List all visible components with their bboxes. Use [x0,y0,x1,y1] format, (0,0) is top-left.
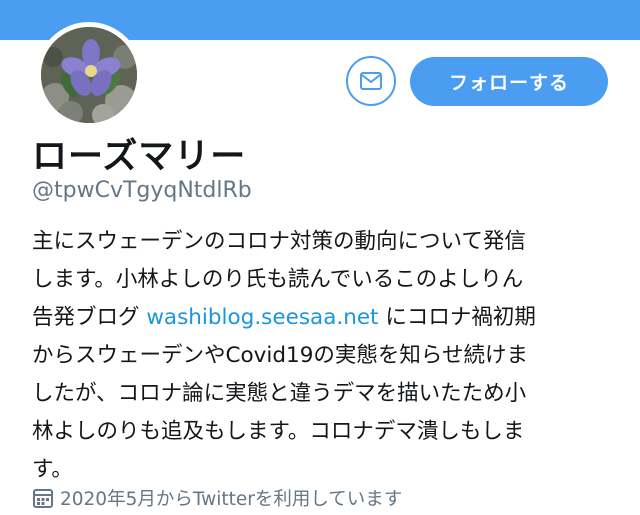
profile-bio: 主にスウェーデンのコロナ対策の動向について発信 します。小林よしのり氏も読んでい… [32,223,617,489]
bio-text: 告発ブログ [32,305,147,330]
bio-line: からスウェーデンやCovid19の実態を知らせ続けま [32,343,528,368]
bio-line: したが、コロナ論に実態と違うデマを描いたため小 [32,381,527,406]
join-date-text: 2020年5月からTwitterを利用しています [60,489,403,510]
envelope-icon [360,72,382,90]
blog-link[interactable]: washiblog.seesaa.net [146,305,378,330]
message-button[interactable] [346,56,396,106]
bio-line: 林よしのりも追及もします。コロナデマ潰しもしま [32,419,525,444]
user-handle: @tpwCvTgyqNtdlRb [32,178,252,203]
bio-text: にコロナ禍初期 [378,305,536,330]
follow-button[interactable]: フォローする [410,57,608,106]
avatar[interactable] [36,22,142,128]
display-name: ローズマリー [32,137,247,177]
bio-line: します。小林よしのり氏も読んでいるこのよしりん [32,267,524,292]
join-date: 2020年5月からTwitterを利用しています [32,484,402,512]
flower-photo [41,27,137,123]
bio-line: 告発ブログ washiblog.seesaa.net にコロナ禍初期 [32,299,617,337]
profile-page: フォローする ローズマリー @tpwCvTgyqNtdlRb 主にスウェーデンの… [0,0,640,515]
bio-line: 主にスウェーデンのコロナ対策の動向について発信 [32,229,526,254]
calendar-icon [32,487,54,509]
